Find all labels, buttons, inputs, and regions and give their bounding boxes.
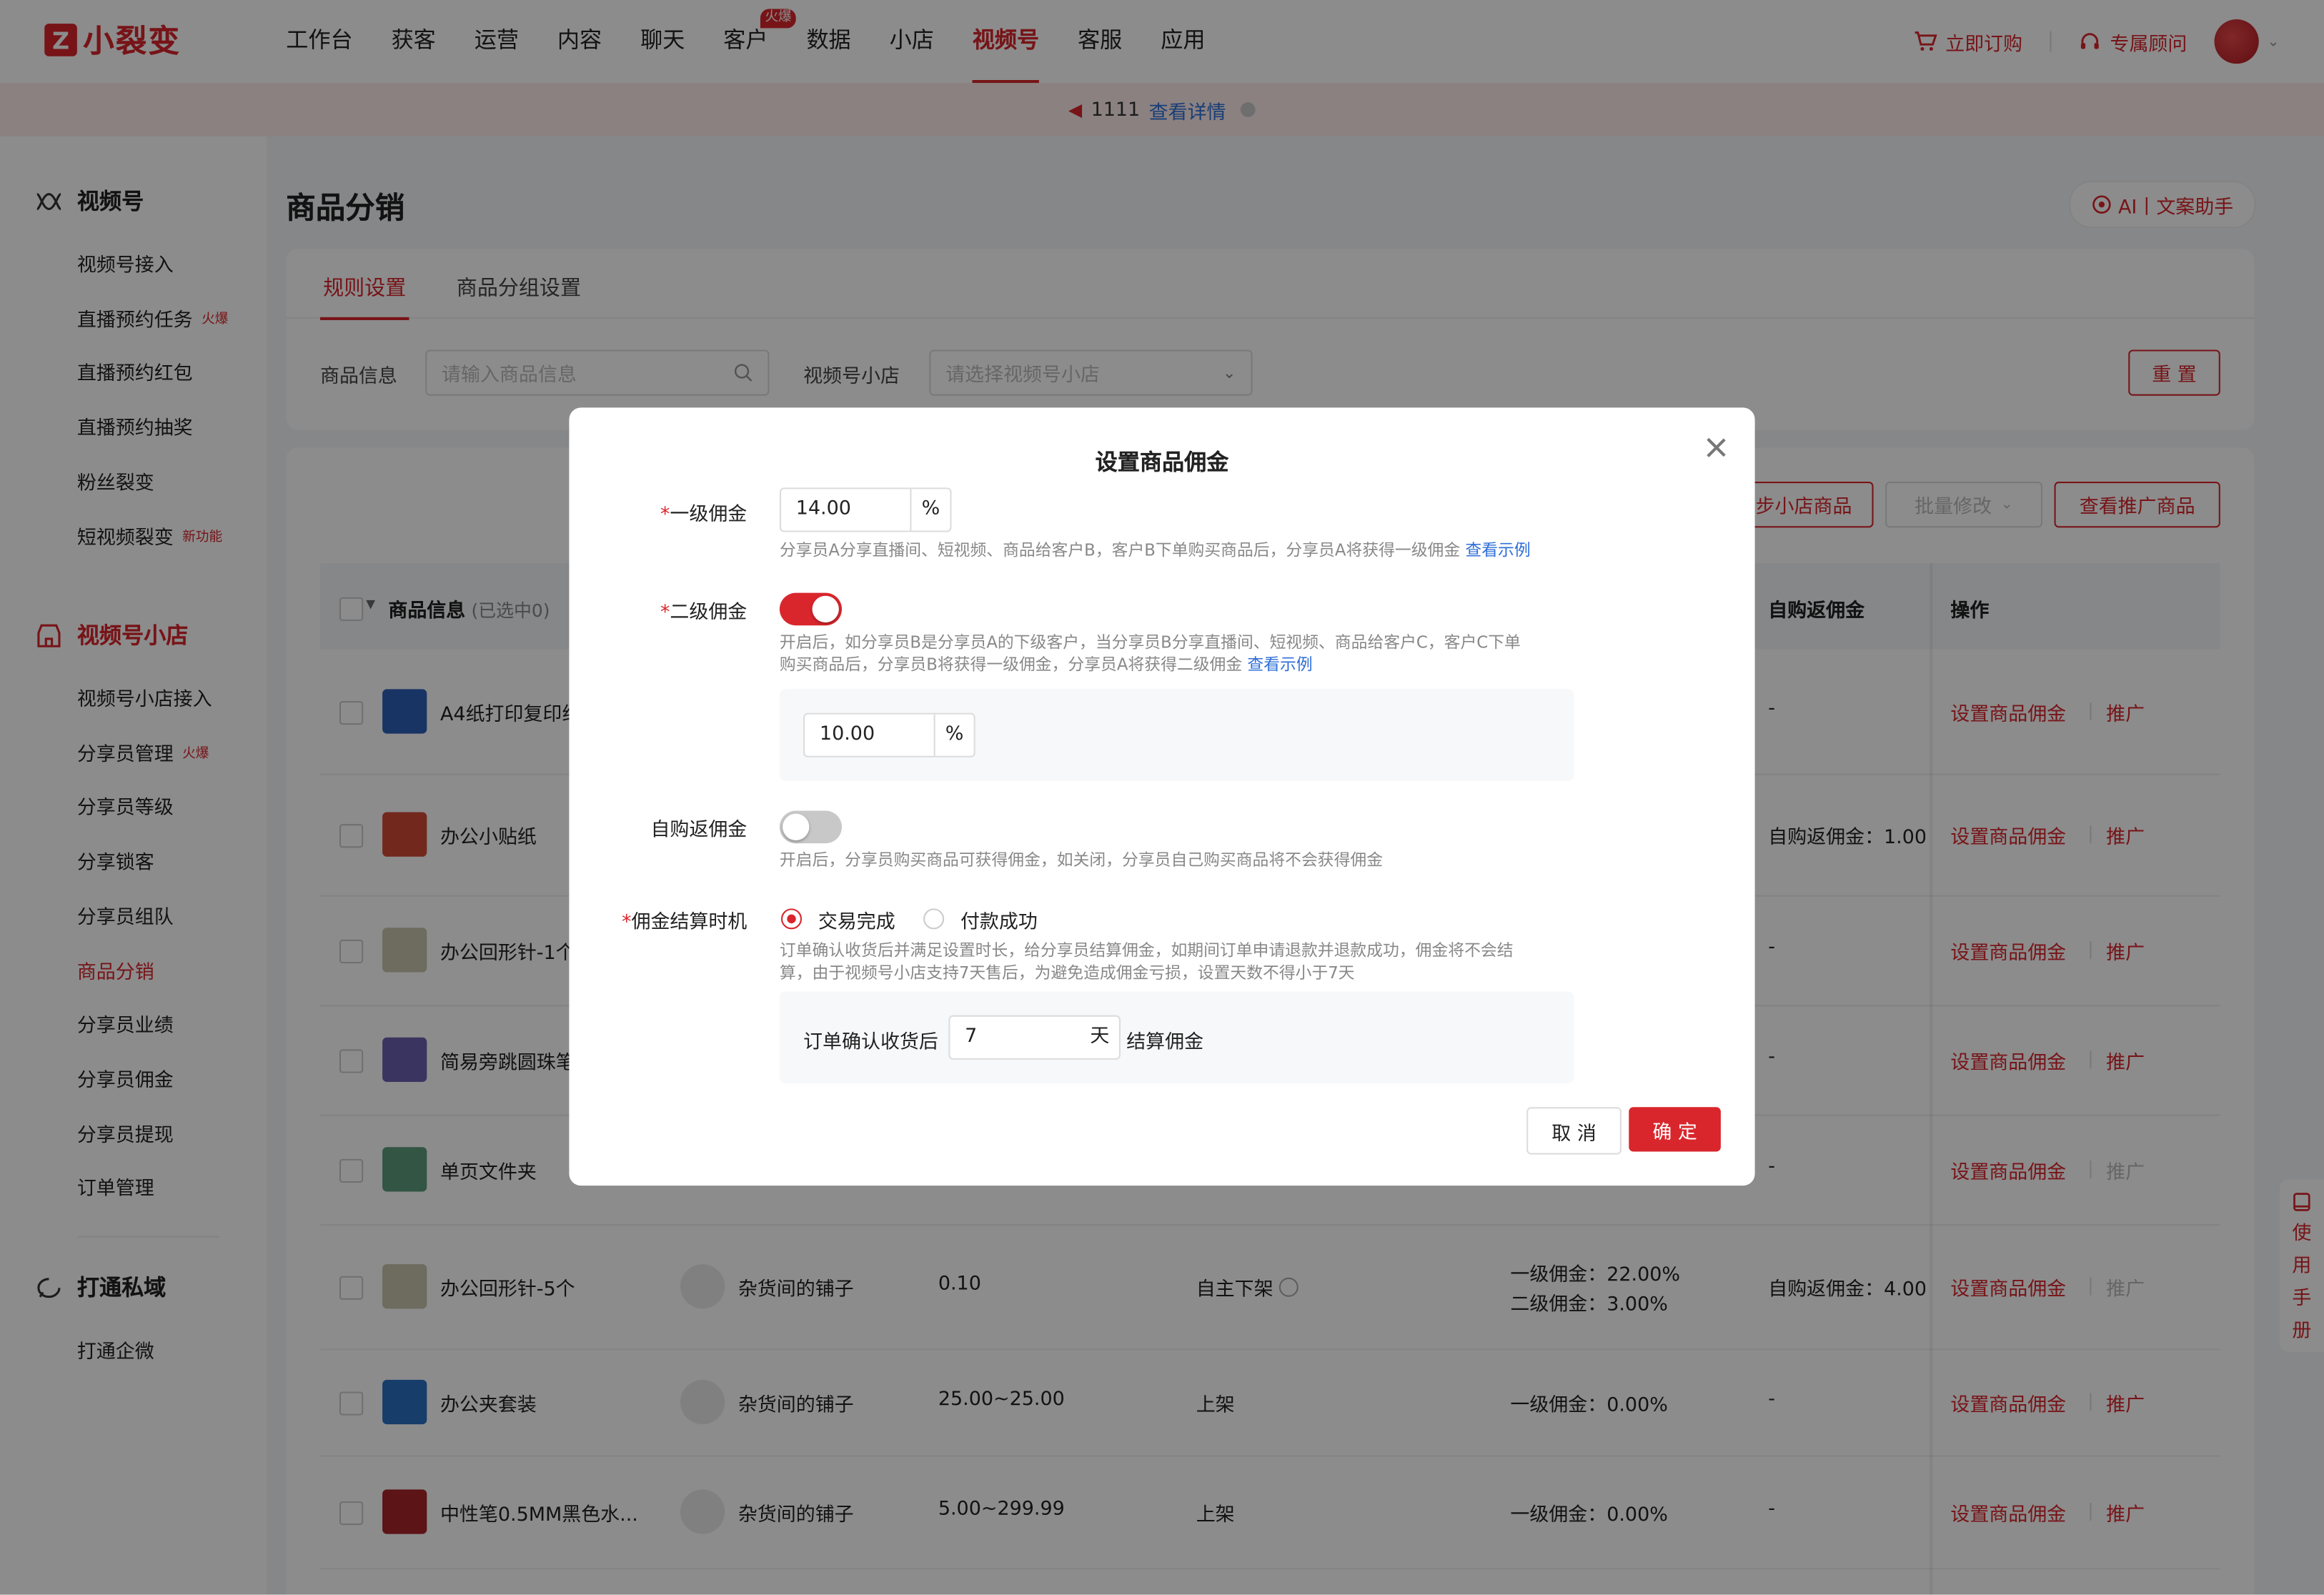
self-commission-toggle[interactable] bbox=[779, 810, 843, 844]
radio-trade-complete-label[interactable]: 交易完成 bbox=[818, 905, 895, 933]
toggle-knob bbox=[812, 595, 839, 623]
level1-help: 分享员A分享直播间、短视频、商品给客户B，客户B下单购买商品后，分享员A将获得一… bbox=[780, 540, 1609, 562]
confirm-button[interactable]: 确 定 bbox=[1629, 1107, 1721, 1152]
radio-payment-success-label[interactable]: 付款成功 bbox=[960, 905, 1038, 933]
set-commission-modal: 设置商品佣金 *一级佣金 14.00 % 分享员A分享直播间、短视频、商品给客户… bbox=[569, 407, 1755, 1186]
timing-help: 订单确认收货后并满足设置时长，给分享员结算佣金，如期间订单申请退款并退款成功，佣… bbox=[780, 940, 1609, 984]
modal-title: 设置商品佣金 bbox=[1095, 449, 1229, 476]
level1-value: 14.00 bbox=[795, 497, 851, 520]
radio-trade-complete[interactable] bbox=[780, 908, 803, 930]
level2-toggle[interactable] bbox=[779, 592, 843, 626]
level1-label-text: 一级佣金 bbox=[670, 504, 748, 527]
percent-unit: % bbox=[910, 489, 950, 531]
cancel-button[interactable]: 取 消 bbox=[1526, 1107, 1622, 1155]
percent-unit: % bbox=[933, 714, 974, 756]
level2-help-line2: 购买商品后，分享员B将获得一级佣金，分享员A将获得二级佣金 bbox=[779, 655, 1243, 675]
days-suffix: 结算佣金 bbox=[1126, 1031, 1204, 1054]
timing-help-line2: 算，由于视频号小店支持7天售后，为避免造成佣金亏损，设置天数不得小于7天 bbox=[779, 963, 1355, 983]
days-prefix: 订单确认收货后 bbox=[803, 1031, 938, 1054]
settlement-days-input[interactable]: 7 天 bbox=[948, 1015, 1121, 1060]
level2-value: 10.00 bbox=[819, 723, 875, 746]
level1-commission-label: *一级佣金 bbox=[660, 504, 748, 527]
radio-payment-success[interactable] bbox=[923, 908, 945, 930]
level2-help-line1: 开启后，如分享员B是分享员A的下级客户，当分享员B分享直播间、短视频、商品给客户… bbox=[779, 632, 1521, 652]
level2-commission-label: *二级佣金 bbox=[660, 602, 748, 625]
toggle-knob bbox=[783, 813, 810, 840]
self-commission-help: 开启后，分享员购买商品可获得佣金，如关闭，分享员自己购买商品将不会获得佣金 bbox=[779, 850, 1384, 870]
days-unit: 天 bbox=[1090, 1025, 1110, 1048]
level2-commission-input[interactable]: 10.00 % bbox=[803, 712, 975, 757]
view-example-link[interactable]: 查看示例 bbox=[1465, 541, 1530, 560]
level1-help-text: 分享员A分享直播间、短视频、商品给客户B，客户B下单购买商品后，分享员A将获得一… bbox=[779, 541, 1461, 560]
level2-help: 开启后，如分享员B是分享员A的下级客户，当分享员B分享直播间、短视频、商品给客户… bbox=[780, 632, 1609, 676]
level2-label-text: 二级佣金 bbox=[670, 602, 748, 625]
self-commission-label: 自购返佣金 bbox=[650, 819, 748, 843]
timing-help-line1: 订单确认收货后并满足设置时长，给分享员结算佣金，如期间订单申请退款并退款成功，佣… bbox=[779, 940, 1514, 960]
close-icon[interactable] bbox=[1703, 434, 1729, 461]
view-example-link[interactable]: 查看示例 bbox=[1247, 655, 1312, 675]
days-value: 7 bbox=[965, 1025, 978, 1048]
timing-label-text: 佣金结算时机 bbox=[631, 911, 748, 934]
settlement-timing-label: *佣金结算时机 bbox=[622, 911, 748, 934]
level1-commission-input[interactable]: 14.00 % bbox=[779, 487, 952, 532]
